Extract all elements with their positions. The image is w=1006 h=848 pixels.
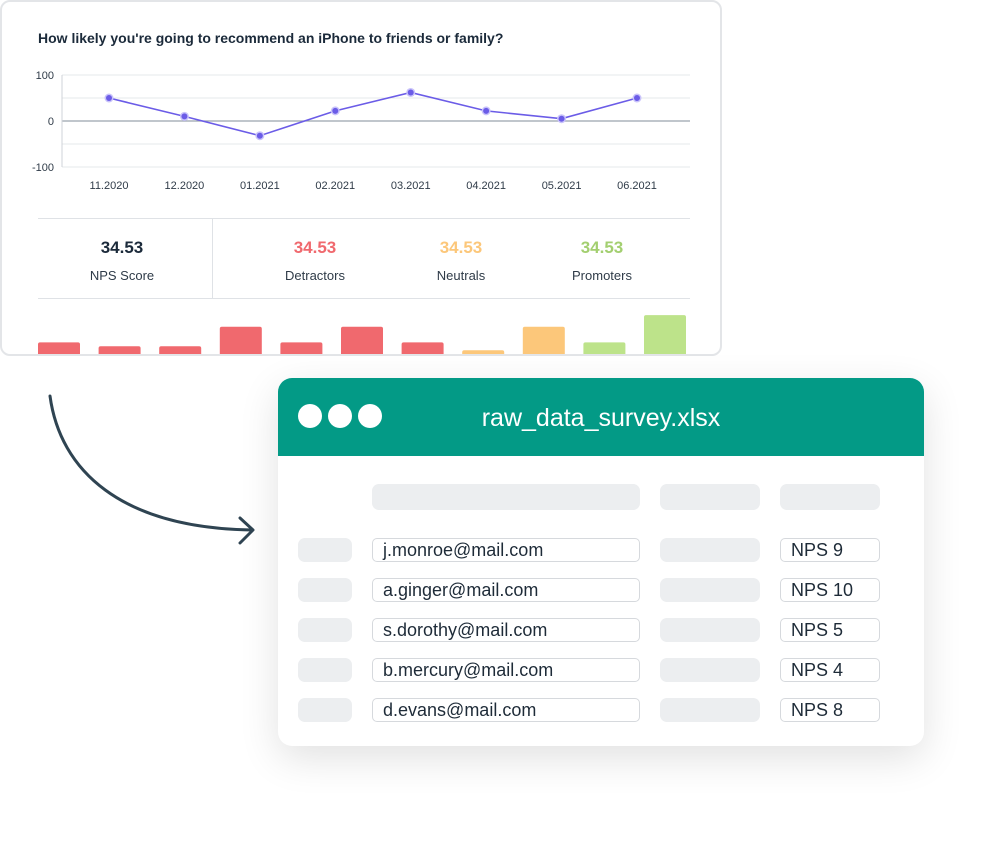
data-point[interactable] (181, 113, 188, 120)
distribution-bar (38, 342, 80, 354)
stat-nps-score: 34.53 NPS Score (52, 219, 192, 283)
row-id-placeholder (298, 538, 352, 562)
x-tick-label: 12.2020 (165, 180, 205, 192)
distribution-bar (644, 315, 686, 354)
stats-divider (212, 219, 213, 298)
email-cell[interactable]: d.evans@mail.com (372, 698, 640, 722)
row-id-placeholder (298, 618, 352, 642)
spreadsheet-titlebar: raw_data_survey.xlsx (278, 378, 924, 456)
nps-cell[interactable]: NPS 4 (780, 658, 880, 682)
nps-cell[interactable]: NPS 9 (780, 538, 880, 562)
stat-promoters: 34.53 Promoters (532, 219, 672, 283)
nps-distribution-bar-chart (38, 315, 686, 354)
y-tick-label: -100 (32, 162, 54, 174)
email-cell[interactable]: b.mercury@mail.com (372, 658, 640, 682)
x-tick-label: 03.2021 (391, 180, 431, 192)
distribution-bar (98, 346, 141, 354)
distribution-bar (522, 326, 565, 354)
nps-cell[interactable]: NPS 5 (780, 618, 880, 642)
y-tick-label: 0 (48, 116, 54, 128)
row-placeholder-cell (660, 578, 760, 602)
nps-survey-card: How likely you're going to recommend an … (0, 0, 722, 356)
x-tick-label: 04.2021 (466, 180, 506, 192)
stat-detractors: 34.53 Detractors (245, 219, 385, 283)
arrow-icon (48, 394, 255, 545)
data-point[interactable] (256, 132, 263, 139)
neutrals-label: Neutrals (436, 268, 486, 283)
file-name-title: raw_data_survey.xlsx (481, 404, 721, 432)
row-placeholder-cell (660, 538, 760, 562)
x-tick-label: 11.2020 (90, 180, 129, 192)
x-tick-label: 05.2021 (542, 180, 582, 192)
distribution-bar (219, 326, 262, 354)
data-point[interactable] (332, 107, 339, 114)
data-point[interactable] (634, 95, 640, 101)
email-cell[interactable]: a.ginger@mail.com (372, 578, 640, 602)
x-tick-label: 02.2021 (315, 180, 355, 192)
nps-cell[interactable]: NPS 8 (780, 698, 880, 722)
distribution-bar (159, 346, 202, 354)
spreadsheet-window: raw_data_survey.xlsx j.monroe@mail.com NP… (278, 378, 924, 746)
row-placeholder-cell (660, 658, 760, 682)
distribution-bar (401, 342, 444, 354)
header-placeholder-email (372, 484, 640, 510)
email-cell[interactable]: j.monroe@mail.com (372, 538, 640, 562)
data-point[interactable] (483, 107, 490, 114)
row-placeholder-cell (660, 698, 760, 722)
detractors-label: Detractors (285, 268, 345, 283)
nps-line-chart: 100 0 -100 11.2020 12.2020 01.2021 02.2021 03.2… (32, 70, 690, 192)
email-cell[interactable]: s.dorothy@mail.com (372, 618, 640, 642)
distribution-bar (462, 350, 505, 354)
neutrals-value: 34.53 (439, 238, 483, 257)
data-point[interactable] (106, 95, 112, 101)
nps-cell[interactable]: NPS 10 (780, 578, 880, 602)
nps-score-label: NPS Score (89, 268, 155, 283)
x-tick-label: 06.2021 (617, 180, 657, 192)
promoters-label: Promoters (572, 268, 632, 283)
distribution-bar (280, 342, 323, 354)
row-id-placeholder (298, 698, 352, 722)
distribution-bar (583, 342, 626, 354)
row-id-placeholder (298, 578, 352, 602)
header-placeholder-col3 (660, 484, 760, 510)
detractors-value: 34.53 (293, 238, 337, 257)
header-placeholder-nps (780, 484, 880, 510)
row-id-placeholder (298, 658, 352, 682)
stats-row: 34.53 NPS Score 34.53 Detractors 34.53 N… (38, 218, 690, 299)
nps-score-value: 34.53 (100, 238, 144, 257)
x-tick-label: 01.2021 (240, 180, 280, 192)
data-point[interactable] (558, 115, 565, 122)
y-tick-label: 100 (36, 70, 54, 82)
distribution-bar (341, 326, 383, 354)
row-placeholder-cell (660, 618, 760, 642)
stat-neutrals: 34.53 Neutrals (391, 219, 531, 283)
promoters-value: 34.53 (580, 238, 624, 257)
data-point[interactable] (407, 89, 414, 96)
